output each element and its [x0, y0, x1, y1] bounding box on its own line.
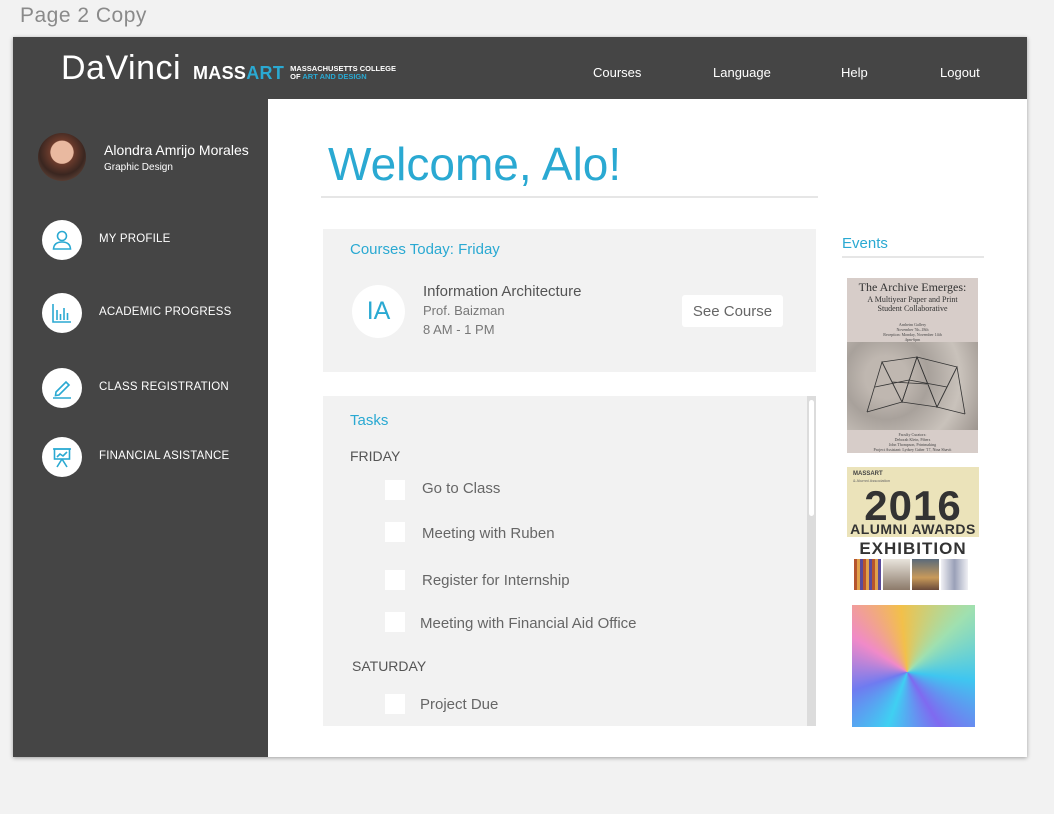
task-checkbox[interactable]: [385, 522, 405, 542]
app-window: DaVinci MASSART MASSACHUSETTS COLLEGE OF…: [13, 37, 1027, 757]
tasks-scrollbar[interactable]: [807, 396, 816, 726]
day-heading-saturday: SATURDAY: [352, 658, 427, 674]
tasks-title: Tasks: [350, 412, 389, 429]
logo-wordmark: MASSART: [193, 63, 284, 83]
see-course-button[interactable]: See Course: [682, 295, 783, 327]
event-poster-abstract[interactable]: [852, 605, 975, 727]
sidebar-item-financial-assistance[interactable]: FINANCIAL ASISTANCE: [42, 437, 262, 477]
task-checkbox[interactable]: [385, 694, 405, 714]
bar-chart-icon: [42, 293, 82, 333]
poster-subtitle-line: A Multiyear Paper and Print: [867, 295, 958, 304]
user-department: Graphic Design: [104, 162, 173, 173]
sidebar-item-label: CLASS REGISTRATION: [99, 381, 229, 393]
tasks-card: Tasks FRIDAY Go to Class Meeting with Ru…: [323, 396, 816, 726]
logo-sub-line2: OF ART AND DESIGN: [290, 73, 396, 81]
poster-thumbnail: [941, 559, 968, 590]
nav-language[interactable]: Language: [713, 65, 771, 80]
page-label: Page 2 Copy: [20, 4, 147, 27]
poster-subtitle: A Multiyear Paper and Print Student Coll…: [847, 295, 978, 313]
courses-today-card: Courses Today: Friday IA Information Arc…: [323, 229, 816, 372]
poster-thumbnail: [912, 559, 939, 590]
course-time: 8 AM - 1 PM: [423, 322, 495, 337]
sidebar-item-my-profile[interactable]: MY PROFILE: [42, 220, 262, 260]
user-name: Alondra Amrijo Morales: [104, 142, 249, 158]
divider: [321, 196, 818, 198]
pencil-icon: [42, 368, 82, 408]
logo-sub-line2-b: ART AND DESIGN: [302, 72, 367, 81]
poster-details: Arnheim Gallery November 7th–18th Recept…: [847, 322, 978, 342]
day-heading-friday: FRIDAY: [350, 448, 401, 464]
logo-word-a: MASS: [193, 63, 247, 83]
poster-subtitle-line: Student Collaborative: [877, 304, 948, 313]
sidebar-item-label: MY PROFILE: [99, 233, 171, 245]
welcome-heading: Welcome, Alo!: [328, 138, 622, 190]
logo-sub-line2-a: OF: [290, 72, 303, 81]
user-icon: [42, 220, 82, 260]
sidebar: Alondra Amrijo Morales Graphic Design MY…: [13, 99, 268, 757]
poster-footer: Faculty Curators: Deborah Klein, Fibers …: [847, 432, 978, 452]
sidebar-item-label: FINANCIAL ASISTANCE: [99, 450, 230, 462]
sidebar-item-label: ACADEMIC PROGRESS: [99, 306, 232, 318]
poster-footer-line: Project Assistant: Lydsey Gaber '17, Nin…: [873, 447, 952, 452]
event-poster-alumni-awards[interactable]: MASSART & Alumni Association 2016 ALUMNI…: [847, 467, 979, 593]
logo-subtitle: MASSACHUSETTS COLLEGE OF ART AND DESIGN: [290, 65, 396, 81]
poster-thumbnails: [854, 559, 968, 590]
task-label: Meeting with Financial Aid Office: [420, 615, 637, 632]
poster-thumbnail: [883, 559, 910, 590]
task-checkbox[interactable]: [385, 612, 405, 632]
task-checkbox[interactable]: [385, 570, 405, 590]
top-navbar: DaVinci MASSART MASSACHUSETTS COLLEGE OF…: [13, 37, 1027, 99]
nav-logout[interactable]: Logout: [940, 65, 980, 80]
event-poster-archive[interactable]: The Archive Emerges: A Multiyear Paper a…: [847, 278, 978, 453]
task-label: Project Due: [420, 696, 499, 713]
poster-line2: EXHIBITION: [859, 539, 967, 558]
poster-brand: MASSART: [853, 471, 883, 477]
presentation-icon: [42, 437, 82, 477]
poster-title: The Archive Emerges:: [858, 280, 967, 294]
app-name: DaVinci: [61, 49, 182, 87]
avatar[interactable]: [38, 133, 86, 181]
task-label: Meeting with Ruben: [422, 525, 555, 542]
task-label: Register for Internship: [422, 572, 570, 589]
divider: [842, 256, 984, 258]
courses-today-title: Courses Today: Friday: [350, 241, 500, 258]
poster-thumbnail: [854, 559, 881, 590]
nav-help[interactable]: Help: [841, 65, 868, 80]
sidebar-item-academic-progress[interactable]: ACADEMIC PROGRESS: [42, 293, 262, 333]
massart-logo: MASSART MASSACHUSETTS COLLEGE OF ART AND…: [193, 63, 396, 83]
poster-artwork: [847, 342, 978, 430]
course-professor: Prof. Baizman: [423, 303, 505, 318]
logo-word-b: ART: [246, 63, 285, 83]
events-title: Events: [842, 235, 888, 252]
sidebar-item-class-registration[interactable]: CLASS REGISTRATION: [42, 368, 262, 408]
course-name: Information Architecture: [423, 283, 582, 300]
task-label: Go to Class: [422, 480, 501, 497]
poster-line1: ALUMNI AWARDS: [850, 521, 976, 537]
course-initials-badge: IA: [352, 285, 405, 338]
scrollbar-thumb[interactable]: [809, 400, 814, 516]
task-checkbox[interactable]: [385, 480, 405, 500]
nav-courses[interactable]: Courses: [593, 65, 641, 80]
